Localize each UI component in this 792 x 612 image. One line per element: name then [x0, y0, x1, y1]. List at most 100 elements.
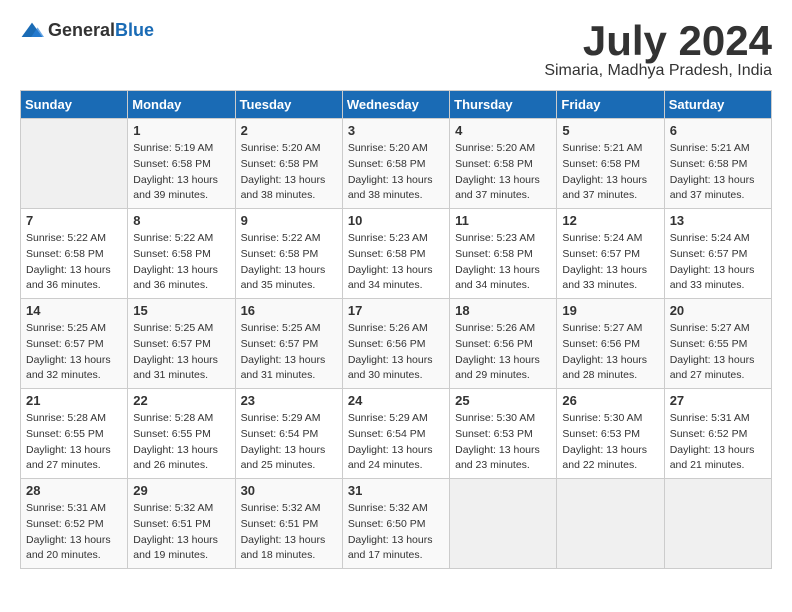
day-number: 17: [348, 303, 444, 318]
calendar-cell: 11 Sunrise: 5:23 AMSunset: 6:58 PMDayligh…: [450, 209, 557, 299]
day-info: Sunrise: 5:25 AMSunset: 6:57 PMDaylight:…: [241, 321, 337, 384]
day-info: Sunrise: 5:26 AMSunset: 6:56 PMDaylight:…: [455, 321, 551, 384]
location-subtitle: Simaria, Madhya Pradesh, India: [544, 62, 772, 80]
day-number: 3: [348, 123, 444, 138]
day-number: 1: [133, 123, 229, 138]
day-info: Sunrise: 5:32 AMSunset: 6:50 PMDaylight:…: [348, 501, 444, 564]
day-number: 20: [670, 303, 766, 318]
day-number: 11: [455, 213, 551, 228]
calendar-header-row: SundayMondayTuesdayWednesdayThursdayFrid…: [21, 91, 772, 119]
day-info: Sunrise: 5:28 AMSunset: 6:55 PMDaylight:…: [133, 411, 229, 474]
day-info: Sunrise: 5:20 AMSunset: 6:58 PMDaylight:…: [455, 141, 551, 204]
day-info: Sunrise: 5:20 AMSunset: 6:58 PMDaylight:…: [348, 141, 444, 204]
day-info: Sunrise: 5:31 AMSunset: 6:52 PMDaylight:…: [26, 501, 122, 564]
calendar-cell: 2 Sunrise: 5:20 AMSunset: 6:58 PMDaylight…: [235, 119, 342, 209]
day-info: Sunrise: 5:29 AMSunset: 6:54 PMDaylight:…: [348, 411, 444, 474]
day-header-saturday: Saturday: [664, 91, 771, 119]
day-header-sunday: Sunday: [21, 91, 128, 119]
calendar-cell: [664, 479, 771, 569]
day-number: 6: [670, 123, 766, 138]
day-info: Sunrise: 5:27 AMSunset: 6:55 PMDaylight:…: [670, 321, 766, 384]
day-number: 24: [348, 393, 444, 408]
day-number: 22: [133, 393, 229, 408]
day-info: Sunrise: 5:25 AMSunset: 6:57 PMDaylight:…: [133, 321, 229, 384]
day-info: Sunrise: 5:26 AMSunset: 6:56 PMDaylight:…: [348, 321, 444, 384]
day-info: Sunrise: 5:31 AMSunset: 6:52 PMDaylight:…: [670, 411, 766, 474]
day-info: Sunrise: 5:23 AMSunset: 6:58 PMDaylight:…: [348, 231, 444, 294]
day-number: 5: [562, 123, 658, 138]
calendar-cell: 17 Sunrise: 5:26 AMSunset: 6:56 PMDayligh…: [342, 299, 449, 389]
day-info: Sunrise: 5:22 AMSunset: 6:58 PMDaylight:…: [133, 231, 229, 294]
day-info: Sunrise: 5:28 AMSunset: 6:55 PMDaylight:…: [26, 411, 122, 474]
calendar-table: SundayMondayTuesdayWednesdayThursdayFrid…: [20, 90, 772, 569]
day-number: 23: [241, 393, 337, 408]
calendar-cell: 4 Sunrise: 5:20 AMSunset: 6:58 PMDaylight…: [450, 119, 557, 209]
day-number: 4: [455, 123, 551, 138]
day-number: 31: [348, 483, 444, 498]
calendar-cell: 10 Sunrise: 5:23 AMSunset: 6:58 PMDayligh…: [342, 209, 449, 299]
calendar-cell: 16 Sunrise: 5:25 AMSunset: 6:57 PMDayligh…: [235, 299, 342, 389]
day-info: Sunrise: 5:32 AMSunset: 6:51 PMDaylight:…: [241, 501, 337, 564]
day-info: Sunrise: 5:22 AMSunset: 6:58 PMDaylight:…: [241, 231, 337, 294]
page-header: GeneralBlue July 2024 Simaria, Madhya Pr…: [20, 20, 772, 80]
week-row-4: 21 Sunrise: 5:28 AMSunset: 6:55 PMDayligh…: [21, 389, 772, 479]
day-number: 27: [670, 393, 766, 408]
day-info: Sunrise: 5:20 AMSunset: 6:58 PMDaylight:…: [241, 141, 337, 204]
day-info: Sunrise: 5:23 AMSunset: 6:58 PMDaylight:…: [455, 231, 551, 294]
calendar-cell: [21, 119, 128, 209]
calendar-cell: [557, 479, 664, 569]
day-info: Sunrise: 5:29 AMSunset: 6:54 PMDaylight:…: [241, 411, 337, 474]
day-number: 9: [241, 213, 337, 228]
calendar-cell: 29Sunrise: 5:32 AMSunset: 6:51 PMDayligh…: [128, 479, 235, 569]
day-number: 2: [241, 123, 337, 138]
calendar-cell: 18Sunrise: 5:26 AMSunset: 6:56 PMDayligh…: [450, 299, 557, 389]
day-number: 26: [562, 393, 658, 408]
calendar-cell: 1 Sunrise: 5:19 AMSunset: 6:58 PMDaylight…: [128, 119, 235, 209]
day-number: 14: [26, 303, 122, 318]
day-info: Sunrise: 5:19 AMSunset: 6:58 PMDaylight:…: [133, 141, 229, 204]
day-info: Sunrise: 5:24 AMSunset: 6:57 PMDaylight:…: [670, 231, 766, 294]
calendar-cell: 25 Sunrise: 5:30 AMSunset: 6:53 PMDayligh…: [450, 389, 557, 479]
day-info: Sunrise: 5:21 AMSunset: 6:58 PMDaylight:…: [670, 141, 766, 204]
day-info: Sunrise: 5:32 AMSunset: 6:51 PMDaylight:…: [133, 501, 229, 564]
day-number: 16: [241, 303, 337, 318]
logo-icon: [20, 21, 44, 41]
calendar-cell: 24 Sunrise: 5:29 AMSunset: 6:54 PMDayligh…: [342, 389, 449, 479]
calendar-cell: 30 Sunrise: 5:32 AMSunset: 6:51 PMDayligh…: [235, 479, 342, 569]
day-number: 12: [562, 213, 658, 228]
day-number: 25: [455, 393, 551, 408]
day-info: Sunrise: 5:30 AMSunset: 6:53 PMDaylight:…: [455, 411, 551, 474]
calendar-cell: 31 Sunrise: 5:32 AMSunset: 6:50 PMDayligh…: [342, 479, 449, 569]
calendar-cell: 13Sunrise: 5:24 AMSunset: 6:57 PMDayligh…: [664, 209, 771, 299]
day-header-monday: Monday: [128, 91, 235, 119]
title-section: July 2024 Simaria, Madhya Pradesh, India: [544, 20, 772, 80]
calendar-cell: 27 Sunrise: 5:31 AMSunset: 6:52 PMDayligh…: [664, 389, 771, 479]
day-number: 30: [241, 483, 337, 498]
day-header-tuesday: Tuesday: [235, 91, 342, 119]
day-header-wednesday: Wednesday: [342, 91, 449, 119]
calendar-cell: 20 Sunrise: 5:27 AMSunset: 6:55 PMDayligh…: [664, 299, 771, 389]
calendar-cell: 19Sunrise: 5:27 AMSunset: 6:56 PMDayligh…: [557, 299, 664, 389]
day-info: Sunrise: 5:25 AMSunset: 6:57 PMDaylight:…: [26, 321, 122, 384]
week-row-3: 14 Sunrise: 5:25 AMSunset: 6:57 PMDayligh…: [21, 299, 772, 389]
day-number: 10: [348, 213, 444, 228]
calendar-cell: 22 Sunrise: 5:28 AMSunset: 6:55 PMDayligh…: [128, 389, 235, 479]
day-header-friday: Friday: [557, 91, 664, 119]
calendar-cell: 5Sunrise: 5:21 AMSunset: 6:58 PMDaylight…: [557, 119, 664, 209]
calendar-cell: 12Sunrise: 5:24 AMSunset: 6:57 PMDayligh…: [557, 209, 664, 299]
calendar-cell: 3 Sunrise: 5:20 AMSunset: 6:58 PMDaylight…: [342, 119, 449, 209]
day-number: 7: [26, 213, 122, 228]
day-info: Sunrise: 5:30 AMSunset: 6:53 PMDaylight:…: [562, 411, 658, 474]
calendar-cell: 6 Sunrise: 5:21 AMSunset: 6:58 PMDaylight…: [664, 119, 771, 209]
calendar-cell: 8Sunrise: 5:22 AMSunset: 6:58 PMDaylight…: [128, 209, 235, 299]
day-info: Sunrise: 5:27 AMSunset: 6:56 PMDaylight:…: [562, 321, 658, 384]
logo-text: GeneralBlue: [48, 20, 154, 41]
calendar-cell: 26 Sunrise: 5:30 AMSunset: 6:53 PMDayligh…: [557, 389, 664, 479]
day-number: 15: [133, 303, 229, 318]
day-header-thursday: Thursday: [450, 91, 557, 119]
day-number: 21: [26, 393, 122, 408]
calendar-cell: 9 Sunrise: 5:22 AMSunset: 6:58 PMDaylight…: [235, 209, 342, 299]
logo-general: General: [48, 20, 115, 40]
week-row-1: 1 Sunrise: 5:19 AMSunset: 6:58 PMDaylight…: [21, 119, 772, 209]
calendar-cell: 7Sunrise: 5:22 AMSunset: 6:58 PMDaylight…: [21, 209, 128, 299]
